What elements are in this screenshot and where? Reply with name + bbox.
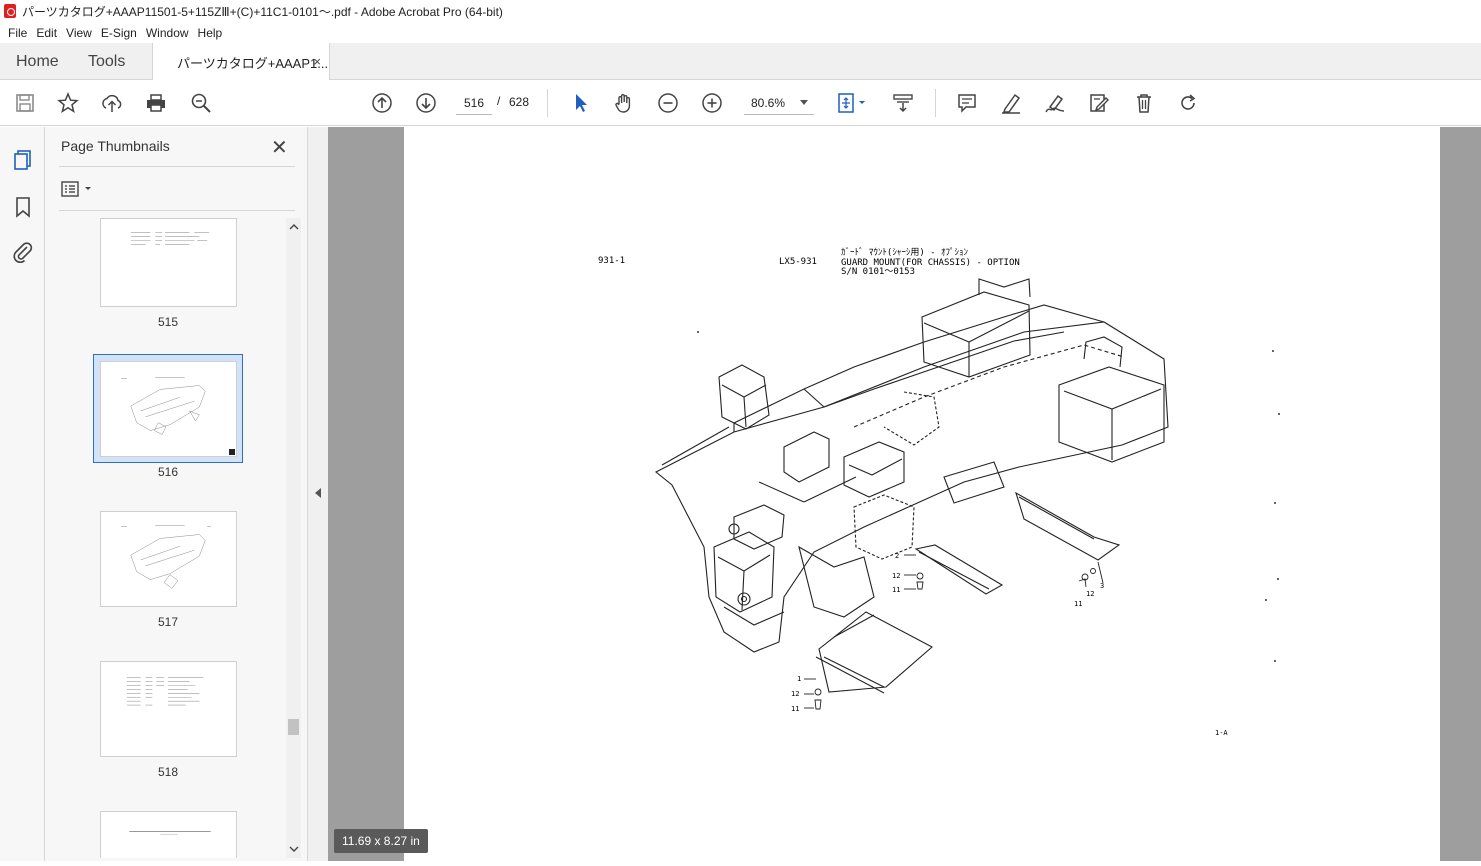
rotate-icon[interactable] — [1175, 90, 1201, 116]
thumbnail-page[interactable] — [100, 511, 237, 607]
current-page-input[interactable]: 516 — [456, 91, 492, 115]
document-view[interactable]: 931-1 LX5-931 ｶﾞｰﾄﾞ ﾏｳﾝﾄ(ｼｬｰｼ用) - ｵﾌﾟｼｮﾝ… — [328, 127, 1481, 861]
thumbnail-page[interactable] — [100, 811, 237, 858]
zoom-value: 80.6% — [751, 95, 786, 110]
menu-window[interactable]: Window — [142, 26, 193, 40]
zoom-in-icon[interactable] — [699, 90, 725, 116]
callout-3: 3 — [1100, 582, 1104, 590]
chevron-left-icon — [315, 488, 321, 498]
page-separator: / — [497, 94, 501, 108]
thumbnail-preview — [129, 830, 211, 835]
part-callouts: 1 12 11 2 12 11 3 12 11 — [791, 552, 1104, 713]
close-icon[interactable]: ✕ — [271, 135, 288, 160]
thumbnail-page[interactable] — [100, 218, 237, 307]
panel-title: Page Thumbnails — [61, 138, 170, 154]
thumbnail-options-button[interactable] — [61, 180, 97, 200]
scrollbar-thumb[interactable] — [288, 719, 299, 735]
tab-home[interactable]: Home — [16, 43, 59, 80]
thumbnail-label: 517 — [157, 615, 179, 629]
panel-collapse-handle[interactable] — [307, 127, 328, 861]
thumbnail-preview — [121, 525, 212, 589]
menu-file[interactable]: File — [4, 26, 31, 40]
thumbnail-label: 515 — [157, 315, 179, 329]
edit-icon[interactable] — [1086, 90, 1112, 116]
header-serial: S/N 0101～0153 — [841, 267, 915, 277]
save-icon[interactable] — [12, 90, 38, 116]
hand-icon[interactable] — [611, 90, 637, 116]
pdf-page: 931-1 LX5-931 ｶﾞｰﾄﾞ ﾏｳﾝﾄ(ｼｬｰｼ用) - ｵﾌﾟｼｮﾝ… — [404, 127, 1440, 861]
toolbar-divider — [547, 89, 548, 117]
upload-icon[interactable] — [99, 90, 125, 116]
tab-close-icon[interactable]: × — [313, 54, 321, 69]
thumbnail-page-selected[interactable] — [100, 361, 237, 457]
zoom-out-icon[interactable] — [655, 90, 681, 116]
delete-icon[interactable] — [1131, 90, 1157, 116]
menu-esign[interactable]: E-Sign — [97, 26, 141, 40]
header-ref: 931-1 — [598, 256, 625, 266]
callout-12: 12 — [791, 690, 799, 698]
sign-icon[interactable] — [1042, 90, 1068, 116]
menu-bar: File Edit View E-Sign Window Help — [0, 22, 1481, 43]
tab-tools[interactable]: Tools — [88, 43, 125, 80]
bookmarks-icon[interactable] — [11, 195, 35, 219]
thumbnail-page[interactable] — [100, 661, 237, 757]
page-thumbnails-icon[interactable] — [11, 148, 35, 172]
menu-edit[interactable]: Edit — [32, 26, 61, 40]
thumbnail-resize-handle[interactable] — [229, 449, 235, 455]
tab-document[interactable]: パーツカタログ+AAAP1... × — [152, 43, 330, 81]
comment-icon[interactable] — [954, 90, 980, 116]
page-size-badge: 11.69 x 8.27 in — [334, 829, 428, 853]
page-thumbnails-panel: Page Thumbnails ✕ 515 516 517 518 — [45, 127, 307, 861]
scroll-mode-icon[interactable] — [890, 90, 916, 116]
panel-divider — [59, 166, 295, 167]
callout-11: 11 — [892, 586, 900, 594]
thumbnail-list: 515 516 517 518 — [45, 218, 286, 858]
thumbnail-scrollbar[interactable] — [286, 218, 301, 858]
thumbnail-label: 516 — [157, 465, 179, 479]
callout-12: 12 — [1086, 590, 1094, 598]
page-up-icon[interactable] — [369, 90, 395, 116]
title-bar: パーツカタログ+AAAP11501-5+115ZⅢ+(C)+11C1-0101〜… — [0, 0, 1481, 22]
thumbnail-label: 518 — [157, 765, 179, 779]
thumbnail-preview — [130, 232, 210, 245]
window-title: パーツカタログ+AAAP11501-5+115ZⅢ+(C)+11C1-0101〜… — [22, 4, 503, 19]
page-down-icon[interactable] — [413, 90, 439, 116]
chevron-down-icon — [800, 100, 808, 105]
zoom-search-icon[interactable] — [188, 90, 214, 116]
header-model: LX5-931 — [779, 257, 817, 267]
print-icon[interactable] — [143, 90, 169, 116]
zoom-select[interactable]: 80.6% — [744, 91, 814, 115]
callout-1: 1 — [797, 675, 801, 683]
total-pages: 628 — [509, 95, 530, 109]
margin-marks — [697, 331, 1280, 662]
main-toolbar: 516 / 628 80.6% — [0, 80, 1481, 126]
tab-bar: Home Tools パーツカタログ+AAAP1... × — [0, 43, 1481, 81]
fit-page-icon[interactable] — [834, 90, 870, 116]
callout-11: 11 — [791, 705, 799, 713]
thumbnail-preview — [126, 677, 204, 706]
callout-11: 11 — [1074, 600, 1082, 608]
callout-12: 12 — [892, 572, 900, 580]
menu-help[interactable]: Help — [194, 26, 227, 40]
scroll-up-icon[interactable] — [289, 222, 299, 233]
footer-ref: 1-A — [1215, 729, 1228, 737]
parts-diagram: 931-1 LX5-931 ｶﾞｰﾄﾞ ﾏｳﾝﾄ(ｼｬｰｼ用) - ｵﾌﾟｼｮﾝ… — [598, 247, 1280, 737]
highlight-icon[interactable] — [998, 90, 1024, 116]
thumbnail-preview — [121, 377, 206, 435]
callout-2: 2 — [895, 552, 899, 560]
bookmark-star-icon[interactable] — [55, 90, 81, 116]
scroll-down-icon[interactable] — [289, 844, 299, 855]
header-title-jp: ｶﾞｰﾄﾞ ﾏｳﾝﾄ(ｼｬｰｼ用) - ｵﾌﾟｼｮﾝ — [841, 247, 969, 258]
hardware-bolts — [804, 554, 1104, 710]
panel-divider — [59, 210, 295, 211]
tab-document-label: パーツカタログ+AAAP1... — [177, 55, 329, 71]
attachments-icon[interactable] — [11, 240, 35, 264]
select-cursor-icon[interactable] — [567, 90, 593, 116]
acrobat-app-icon — [4, 4, 16, 18]
left-navigation-strip — [0, 127, 45, 861]
menu-view[interactable]: View — [62, 26, 96, 40]
toolbar-divider — [935, 89, 936, 117]
chassis-drawing — [654, 278, 1169, 694]
